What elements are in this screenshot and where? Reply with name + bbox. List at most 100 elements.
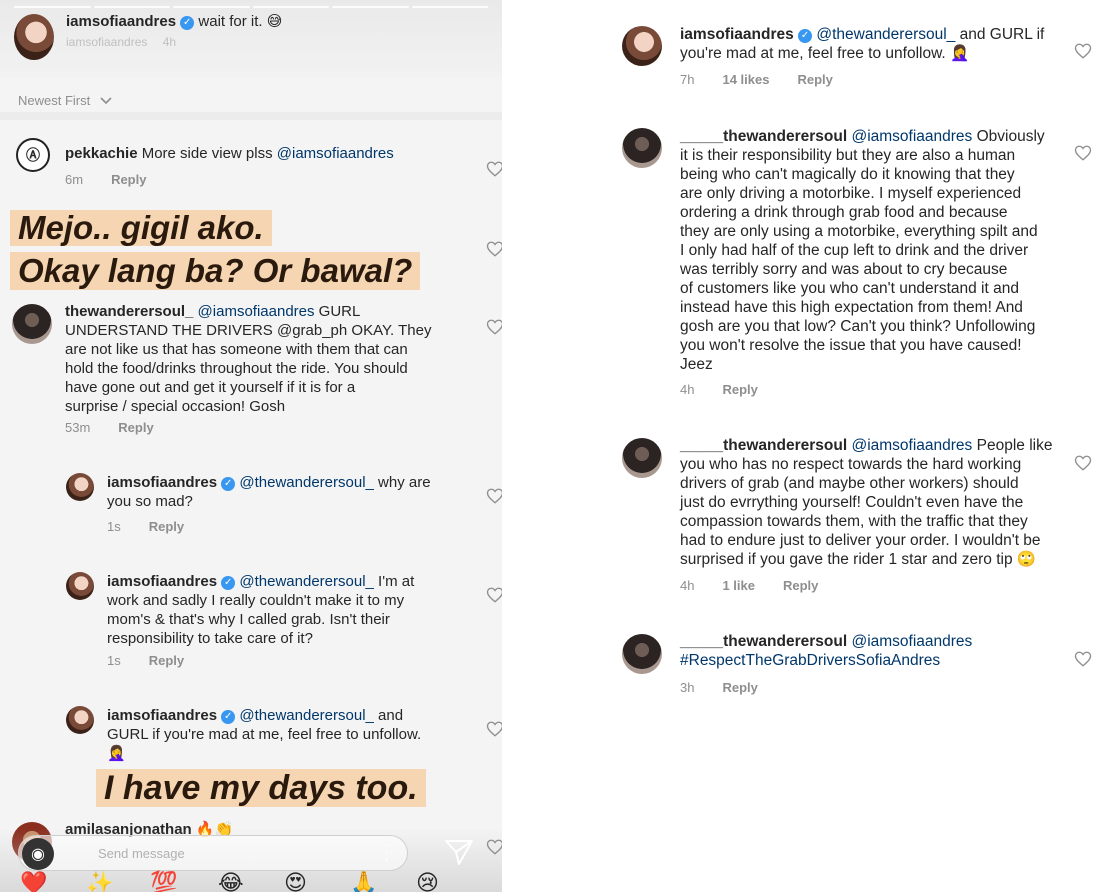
comment-text: iamsofiaandres ✓ @thewanderersoul_ and G… bbox=[107, 706, 477, 763]
hashtag-link[interactable]: #RespectTheGrabDriversSofiaAndres bbox=[680, 651, 1072, 670]
quick-reaction-pray[interactable]: 🙏 bbox=[350, 870, 377, 892]
story-panel: iamsofiaandres ✓ wait for it. 😅 iamsofia… bbox=[0, 0, 502, 892]
comment-time: 7h bbox=[680, 72, 695, 87]
comment-meta: 53m Reply bbox=[65, 420, 154, 435]
reply-button[interactable]: Reply bbox=[149, 519, 184, 534]
comment-line: work and sadly I really couldn't make it… bbox=[107, 592, 405, 609]
mention-link[interactable]: @iamsofiaandres bbox=[851, 437, 972, 454]
avatar[interactable] bbox=[66, 706, 94, 734]
send-icon[interactable] bbox=[444, 838, 474, 871]
comment-line: you who has no respect towards the hard … bbox=[680, 456, 1022, 473]
heart-icon[interactable] bbox=[486, 240, 502, 258]
comment-user[interactable]: iamsofiaandres bbox=[107, 474, 217, 491]
mention-link[interactable]: @thewanderersoul_ bbox=[816, 26, 955, 43]
avatar[interactable] bbox=[622, 128, 662, 168]
verified-icon: ✓ bbox=[180, 16, 195, 30]
quick-reaction-laugh[interactable]: 😂 bbox=[218, 870, 244, 892]
comment-text: iamsofiaandres ✓ @thewanderersoul_ why a… bbox=[107, 473, 467, 511]
comment-user[interactable]: _____thewanderersoul bbox=[680, 633, 847, 650]
heart-icon[interactable] bbox=[1074, 454, 1092, 472]
avatar[interactable] bbox=[622, 634, 662, 674]
comment-line: GURL bbox=[318, 303, 361, 320]
mention-link[interactable]: @thewanderersoul_ bbox=[239, 474, 373, 491]
mention-link[interactable]: @iamsofiaandres bbox=[277, 145, 394, 162]
quick-reaction-sparkles[interactable]: ✨ bbox=[86, 870, 113, 892]
quick-reaction-cry[interactable]: 😢 bbox=[416, 870, 439, 892]
like-count[interactable]: 1 like bbox=[722, 578, 755, 593]
heart-icon[interactable] bbox=[486, 318, 502, 336]
comment-text: _____thewanderersoul @iamsofiaandres Peo… bbox=[680, 436, 1072, 569]
heart-icon[interactable] bbox=[486, 720, 502, 738]
story-text-banner: I have my days too. bbox=[96, 769, 426, 807]
reply-button[interactable]: Reply bbox=[118, 420, 153, 435]
reply-button[interactable]: Reply bbox=[149, 653, 184, 668]
heart-icon[interactable] bbox=[486, 487, 502, 505]
story-sub-time: 4h bbox=[162, 35, 177, 49]
comment-user[interactable]: iamsofiaandres bbox=[107, 573, 217, 590]
heart-icon[interactable] bbox=[486, 586, 502, 604]
comment-line: are not like us that has someone with th… bbox=[65, 341, 408, 358]
quick-reaction-heart-eyes[interactable]: 😍 bbox=[284, 870, 307, 892]
comment-body: More side view plss bbox=[141, 145, 273, 162]
more-options-icon[interactable]: · · · bbox=[384, 838, 389, 868]
reply-button[interactable]: Reply bbox=[783, 578, 818, 593]
story-sub-row: iamsofiaandres 4h bbox=[66, 35, 176, 49]
camera-icon[interactable]: ◉ bbox=[22, 838, 54, 870]
reply-button[interactable]: Reply bbox=[722, 680, 757, 695]
comment-user[interactable]: thewanderersoul_ bbox=[65, 303, 193, 320]
mention-link[interactable]: @thewanderersoul_ bbox=[239, 707, 373, 724]
reply-button[interactable]: Reply bbox=[797, 72, 832, 87]
story-text-banner: Okay lang ba? Or bawal? bbox=[10, 252, 421, 290]
heart-icon[interactable] bbox=[486, 160, 502, 178]
comment-line: GURL if you're mad at me, feel free to u… bbox=[107, 726, 422, 743]
comment-text: pekkachie More side view plss @iamsofiaa… bbox=[65, 144, 394, 163]
reply-button[interactable]: Reply bbox=[722, 382, 757, 397]
story-caption-row: iamsofiaandres ✓ wait for it. 😅 bbox=[66, 12, 282, 30]
comment-line: they are only using a motorbike, everyth… bbox=[680, 223, 1038, 240]
quick-reaction-100[interactable]: 💯 bbox=[150, 870, 177, 892]
verified-icon: ✓ bbox=[221, 477, 236, 491]
comment-line: of customers like you who can't understa… bbox=[680, 280, 1019, 297]
avatar[interactable]: Ⓐ bbox=[16, 138, 50, 172]
avatar[interactable] bbox=[622, 438, 662, 478]
quick-reaction-heart[interactable]: ❤️ bbox=[20, 870, 47, 892]
reply-button[interactable]: Reply bbox=[111, 172, 146, 187]
avatar[interactable] bbox=[66, 572, 94, 600]
comment-user[interactable]: iamsofiaandres bbox=[107, 707, 217, 724]
comment-line: hold the food/drinks throughout the ride… bbox=[65, 360, 408, 377]
avatar[interactable] bbox=[622, 26, 662, 66]
mention-link[interactable]: @thewanderersoul_ bbox=[239, 573, 373, 590]
avatar[interactable] bbox=[14, 14, 54, 60]
comment-user[interactable]: _____thewanderersoul bbox=[680, 128, 847, 145]
comment-line: drivers of grab (and maybe other workers… bbox=[680, 475, 1019, 492]
comment-user[interactable]: _____thewanderersoul bbox=[680, 437, 847, 454]
comment-time: 1s bbox=[107, 519, 121, 534]
heart-icon[interactable] bbox=[1074, 144, 1092, 162]
comment-line: was terribly sorry and was about to cry … bbox=[680, 261, 1008, 278]
story-progress-bar bbox=[332, 6, 409, 8]
comment-line: why are bbox=[378, 474, 431, 491]
comment-line: it is their responsibility but they are … bbox=[680, 147, 1016, 164]
comment-line: responsibility to take care of it? bbox=[107, 630, 313, 647]
avatar[interactable] bbox=[12, 304, 52, 344]
comment-meta: 1s Reply bbox=[107, 519, 184, 534]
sort-label: Newest First bbox=[18, 93, 91, 108]
heart-icon[interactable] bbox=[1074, 650, 1092, 668]
like-count[interactable]: 14 likes bbox=[722, 72, 769, 87]
comment-time: 3h bbox=[680, 680, 695, 695]
story-owner[interactable]: iamsofiaandres bbox=[66, 13, 176, 30]
comment-line: surprised if you gave the rider 1 star a… bbox=[680, 551, 1037, 568]
mention-link[interactable]: @iamsofiaandres bbox=[198, 303, 315, 320]
heart-icon[interactable] bbox=[1074, 42, 1092, 60]
comment-user[interactable]: iamsofiaandres bbox=[680, 26, 794, 43]
sort-dropdown[interactable]: Newest First bbox=[18, 93, 112, 108]
avatar[interactable] bbox=[66, 473, 94, 501]
comment-line: I'm at bbox=[378, 573, 415, 590]
message-input[interactable] bbox=[18, 835, 408, 871]
mention-link[interactable]: @iamsofiaandres bbox=[851, 633, 972, 650]
heart-icon[interactable] bbox=[486, 838, 502, 856]
comment-line: and GURL if bbox=[959, 26, 1045, 43]
comment-user[interactable]: pekkachie bbox=[65, 145, 138, 162]
comment-meta: 4h 1 like Reply bbox=[680, 578, 818, 593]
mention-link[interactable]: @iamsofiaandres bbox=[851, 128, 972, 145]
